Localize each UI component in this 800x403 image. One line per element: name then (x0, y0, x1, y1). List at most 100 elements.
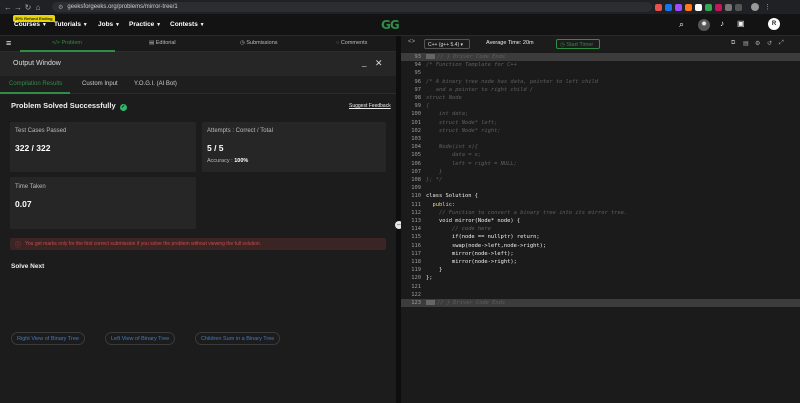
tab-problem[interactable]: </> Problem (52, 40, 82, 46)
code-line[interactable]: 105 data = x; (401, 151, 800, 159)
code-line[interactable]: 116 swap(node->left,node->right); (401, 242, 800, 250)
code-line[interactable]: 109 (401, 184, 800, 192)
tab-comments[interactable]: ◌ Comments (336, 40, 367, 46)
code-line[interactable]: 114 // code here (401, 225, 800, 233)
puzzle-icon[interactable] (725, 3, 732, 11)
user-avatar[interactable]: R (768, 18, 780, 30)
solve-next-chip[interactable]: Right View of Binary Tree (11, 332, 85, 345)
tab-yogi-ai-bot[interactable]: Y.O.G.I. (AI Bot) (134, 81, 177, 87)
extension-icon[interactable] (675, 3, 682, 11)
code-line[interactable]: 107 } (401, 168, 800, 176)
solve-next-chip[interactable]: Children Sum in a Binary Tree (195, 332, 281, 345)
fold-marker-icon[interactable] (426, 300, 435, 305)
code-text: // } Driver Code Ends (426, 299, 505, 307)
back-icon[interactable]: ← (3, 3, 13, 12)
nav-contests[interactable]: Contests ▼ (170, 21, 205, 28)
code-line[interactable]: 112 // Function to convert a binary tree… (401, 209, 800, 217)
code-text: } (426, 267, 443, 274)
line-number: 93 (414, 54, 422, 60)
code-line[interactable]: 99 { (401, 102, 800, 110)
tab-compilation-results[interactable]: Compilation Results (9, 81, 62, 87)
code-line[interactable]: 110 class Solution { (401, 192, 800, 200)
code-line[interactable]: 123 // } Driver Code Ends (401, 299, 800, 308)
extension-icon[interactable] (715, 3, 722, 11)
fold-marker-icon[interactable] (426, 54, 435, 59)
home-icon[interactable]: ⌂ (33, 3, 43, 12)
line-number: 118 (411, 259, 421, 265)
collapse-icon[interactable]: <> (408, 39, 415, 45)
code-line[interactable]: 98 struct Node (401, 94, 800, 102)
code-line[interactable]: 117 mirror(node->left); (401, 250, 800, 258)
code-line[interactable]: 93 // } Driver Code Ends (401, 53, 800, 62)
line-number: 107 (411, 168, 421, 175)
chat-icon[interactable]: ▣ (737, 19, 745, 28)
code-line[interactable]: 122 (401, 291, 800, 299)
marks-note: ⓘ You get marks only for the first corre… (10, 238, 386, 250)
tab-editorial[interactable]: ▤ Editorial (149, 40, 176, 46)
profile-avatar[interactable] (751, 3, 759, 11)
code-line[interactable]: 118 mirror(node->right); (401, 258, 800, 266)
code-line[interactable]: 111 public: (401, 201, 800, 209)
reset-icon[interactable]: ↺ (767, 40, 772, 47)
code-line[interactable]: 121 (401, 283, 800, 291)
settings-icon[interactable]: ⚙ (755, 40, 760, 47)
line-number: 97 (414, 86, 422, 93)
average-time: Average Time: 20m (486, 40, 534, 46)
code-line[interactable]: 96 /* A binary tree node has data, pointe… (401, 78, 800, 86)
kebab-menu-icon[interactable]: ⋮ (764, 3, 771, 11)
close-icon[interactable]: ✕ (375, 58, 383, 69)
nav-tutorials[interactable]: Tutorials ▼ (54, 21, 88, 28)
nav-jobs[interactable]: Jobs ▼ (98, 21, 120, 28)
layout-icon[interactable]: ▤ (743, 40, 749, 47)
solve-next-chip[interactable]: Left View of Binary Tree (105, 332, 176, 345)
code-line[interactable]: 119 } (401, 266, 800, 274)
notification-bell-icon[interactable]: ♪ (720, 19, 724, 28)
gfg-logo[interactable]: GG (381, 18, 419, 32)
theme-toggle-icon[interactable]: ✹ (698, 19, 710, 31)
code-line[interactable]: 97 and a pointer to right child / (401, 86, 800, 94)
code-line[interactable]: 104 Node(int x){ (401, 143, 800, 151)
code-line[interactable]: 115 if(node == nullptr) return; (401, 233, 800, 241)
code-line[interactable]: 102 struct Node* right; (401, 127, 800, 135)
fullscreen-icon[interactable]: ⤢ (779, 40, 784, 47)
status-title: Problem Solved Successfully ✓ (11, 101, 127, 111)
output-window: Output Window _ ✕ Compilation Results Cu… (0, 52, 396, 403)
line-number: 117 (411, 250, 421, 257)
extension-icon[interactable] (705, 3, 712, 11)
tab-submissions[interactable]: ◷ Submissions (240, 40, 278, 46)
code-line[interactable]: 108}; */ (401, 176, 800, 184)
address-bar[interactable]: ⚙ geeksforgeeks.org/problems/mirror-tree… (52, 2, 652, 12)
forward-icon[interactable]: → (13, 3, 23, 12)
code-line[interactable]: 120}; (401, 274, 800, 282)
code-text: and a pointer to right child / (426, 86, 534, 93)
extension-icon[interactable] (685, 3, 692, 11)
extension-icon[interactable] (655, 3, 662, 11)
hamburger-menu-icon[interactable]: ≡ (6, 39, 11, 48)
code-line[interactable]: 100 int data; (401, 110, 800, 118)
line-number: 110 (411, 193, 421, 200)
nav-practice[interactable]: Practice ▼ (129, 21, 161, 28)
search-icon[interactable]: ⌕ (679, 19, 684, 30)
copy-icon[interactable]: ⧉ (731, 40, 735, 47)
code-editor[interactable]: 93 // } Driver Code Ends 94 /* Function Tem… (401, 52, 800, 403)
line-number: 120 (411, 275, 421, 282)
code-line[interactable]: 106 left = right = NULL; (401, 160, 800, 168)
code-line[interactable]: 95 (401, 69, 800, 77)
code-line[interactable]: 113 void mirror(Node* node) { (401, 217, 800, 225)
language-select[interactable]: C++ (g++ 5.4) ▾ (424, 39, 470, 49)
sidebar-icon[interactable] (735, 3, 742, 11)
suggest-feedback-link[interactable]: Suggest Feedback (349, 103, 391, 109)
extension-icon[interactable] (695, 3, 702, 11)
tab-custom-input[interactable]: Custom Input (82, 81, 118, 87)
reload-icon[interactable]: ↻ (23, 3, 33, 12)
code-line[interactable]: 103 (401, 135, 800, 143)
minimize-icon[interactable]: _ (362, 58, 366, 67)
code-text: // } Driver Code Ends (426, 53, 505, 61)
code-line[interactable]: 94 /* Function Template for C++ (401, 61, 800, 69)
site-info-icon[interactable]: ⚙ (58, 4, 63, 11)
line-number: 102 (411, 127, 421, 134)
extension-icon[interactable] (665, 3, 672, 11)
start-timer-button[interactable]: ◷ Start Timer (556, 39, 600, 49)
nav-courses[interactable]: Courses ▼ (14, 21, 47, 28)
code-line[interactable]: 101 struct Node* left; (401, 119, 800, 127)
